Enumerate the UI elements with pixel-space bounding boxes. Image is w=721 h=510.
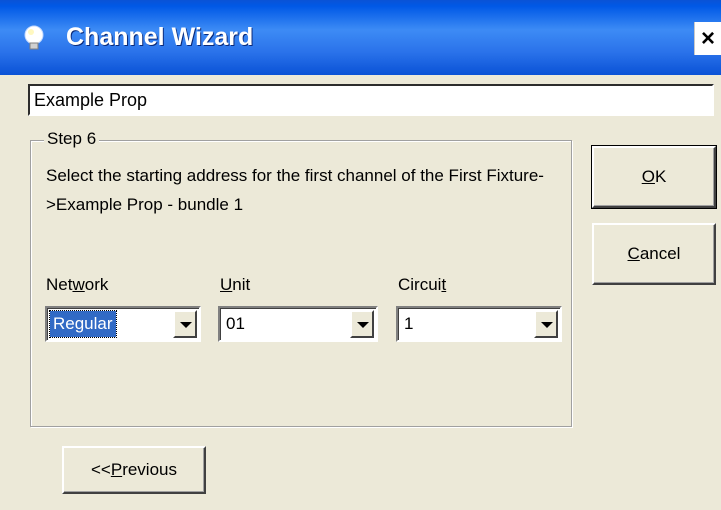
circuit-label: Circuit — [398, 275, 447, 294]
network-select[interactable]: Regular — [45, 306, 201, 342]
chevron-down-icon[interactable] — [173, 310, 197, 338]
ok-button[interactable]: OK — [591, 145, 717, 209]
cancel-button[interactable]: Cancel — [592, 223, 716, 285]
chevron-down-icon[interactable] — [350, 310, 374, 338]
network-value: Regular — [49, 310, 117, 338]
step-legend: Step 6 — [44, 127, 100, 151]
chevron-down-icon[interactable] — [534, 310, 558, 338]
title-bar[interactable]: Channel Wizard × — [0, 0, 721, 75]
channel-wizard-dialog: Channel Wizard × Step 6 Select the start… — [0, 0, 721, 510]
unit-label: Unit — [220, 275, 251, 294]
close-button[interactable]: × — [694, 22, 721, 55]
previous-button[interactable]: << Previous — [62, 446, 206, 494]
circuit-value: 1 — [404, 314, 414, 333]
unit-value: 01 — [226, 314, 245, 333]
network-label: Network — [46, 275, 109, 294]
step-description: Select the starting address for the firs… — [46, 166, 544, 214]
lightbulb-icon — [24, 25, 44, 50]
window-title: Channel Wizard — [66, 23, 254, 51]
prop-name-input[interactable] — [28, 84, 714, 116]
circuit-select[interactable]: 1 — [396, 306, 562, 342]
close-icon: × — [700, 24, 715, 52]
unit-select[interactable]: 01 — [218, 306, 378, 342]
